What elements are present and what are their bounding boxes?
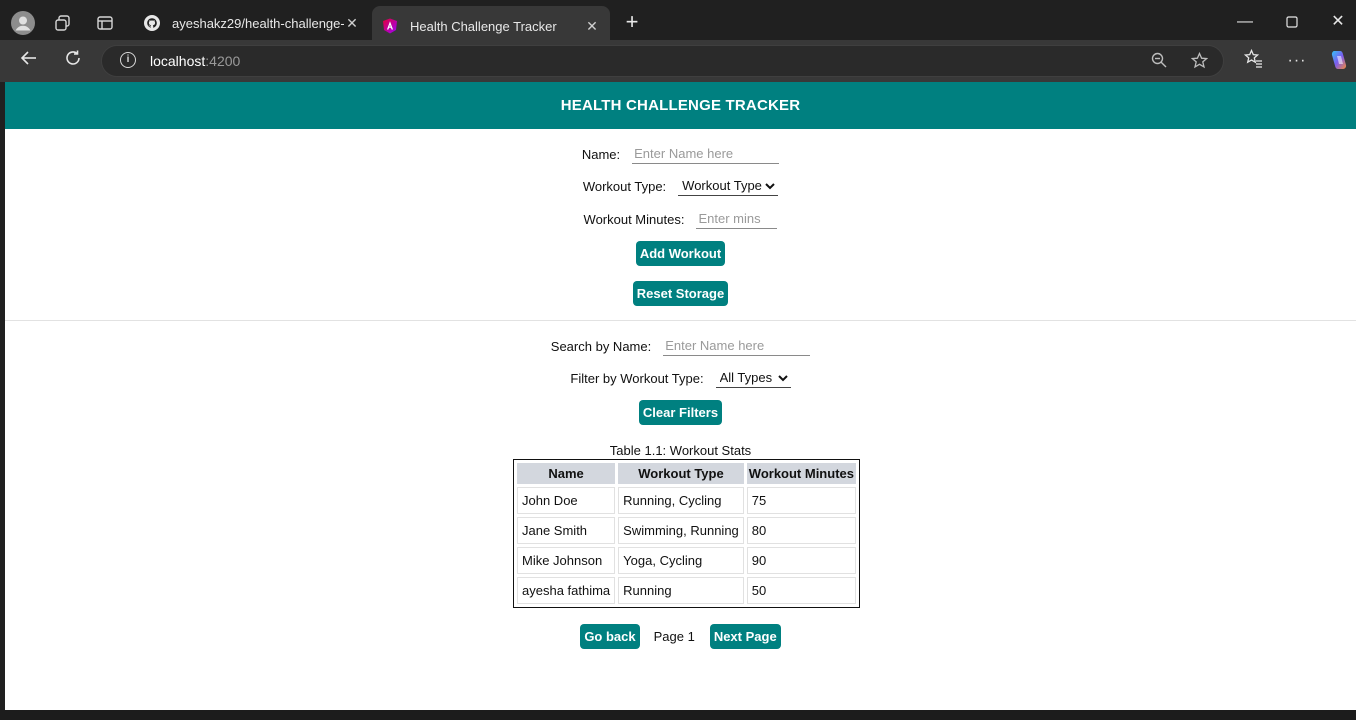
cell-workout-type: Running	[618, 577, 744, 604]
page-indicator: Page 1	[653, 629, 695, 644]
browser-toolbar: i localhost:4200 ···	[0, 40, 1356, 82]
filter-label: Filter by Workout Type:	[570, 371, 704, 386]
cell-name: Jane Smith	[517, 517, 616, 544]
clear-filters-button[interactable]: Clear Filters	[638, 400, 723, 425]
tab-title: Health Challenge Tracker	[410, 18, 557, 34]
tab-github[interactable]: ayeshakz29/health-challenge-trac ✕	[134, 6, 370, 40]
table-caption: Table 1.1: Workout Stats	[609, 443, 752, 458]
workout-type-filter-select[interactable]: All Types	[715, 369, 791, 388]
taskbar	[0, 710, 1356, 720]
table-row: Mike Johnson Yoga, Cycling 90	[517, 547, 856, 574]
search-row: Search by Name:	[5, 336, 1356, 356]
cell-name: John Doe	[517, 487, 616, 514]
maximize-icon[interactable]	[1280, 10, 1304, 34]
page-title: HEALTH CHALLENGE TRACKER	[5, 82, 1356, 129]
workout-stats-table: Name Workout Type Workout Minutes John D…	[513, 459, 860, 608]
section-divider	[5, 320, 1356, 321]
workout-type-label: Workout Type:	[582, 179, 667, 194]
reset-storage-button[interactable]: Reset Storage	[632, 281, 729, 306]
favorite-star-icon[interactable]	[1190, 51, 1208, 70]
table-row: ayesha fathima Running 50	[517, 577, 856, 604]
clear-filters-row: Clear Filters	[5, 400, 1356, 425]
search-input[interactable]	[663, 336, 811, 356]
profile-avatar-icon[interactable]	[11, 11, 35, 35]
cell-name: ayesha fathima	[517, 577, 616, 604]
table-row: John Doe Running, Cycling 75	[517, 487, 856, 514]
cell-workout-type: Swimming, Running	[618, 517, 744, 544]
search-label: Search by Name:	[550, 338, 652, 354]
cell-workout-minutes: 80	[746, 517, 856, 544]
refresh-icon[interactable]	[61, 49, 85, 73]
pagination: Go back Page 1 Next Page	[5, 624, 1356, 649]
cell-workout-minutes: 75	[746, 487, 856, 514]
copilot-icon[interactable]	[1326, 49, 1350, 73]
filter-row: Filter by Workout Type: All Types	[5, 369, 1356, 388]
column-header-name: Name	[517, 463, 616, 484]
go-back-button[interactable]: Go back	[580, 624, 640, 649]
name-input[interactable]	[632, 144, 780, 164]
vertical-tabs-icon[interactable]	[93, 11, 117, 35]
cell-workout-type: Yoga, Cycling	[618, 547, 744, 574]
cell-name: Mike Johnson	[517, 547, 616, 574]
back-arrow-icon[interactable]	[17, 49, 41, 73]
page-viewport: HEALTH CHALLENGE TRACKER Name: Workout T…	[5, 82, 1356, 710]
name-label: Name:	[581, 146, 621, 162]
tab-title: ayeshakz29/health-challenge-trac	[172, 15, 344, 31]
reset-storage-row: Reset Storage	[5, 281, 1356, 306]
column-header-workout-type: Workout Type	[618, 463, 744, 484]
close-tab-icon[interactable]: ✕	[584, 18, 600, 35]
cell-workout-type: Running, Cycling	[618, 487, 744, 514]
table-header-row: Name Workout Type Workout Minutes	[517, 463, 856, 484]
new-tab-icon[interactable]: +	[620, 11, 644, 35]
minimize-icon[interactable]: —	[1233, 10, 1257, 34]
workspaces-icon[interactable]	[51, 11, 75, 35]
workout-type-row: Workout Type: Workout Type	[5, 177, 1356, 196]
column-header-workout-minutes: Workout Minutes	[746, 463, 856, 484]
next-page-button[interactable]: Next Page	[709, 624, 781, 649]
add-workout-button[interactable]: Add Workout	[635, 241, 726, 266]
favorites-icon[interactable]	[1241, 48, 1265, 73]
close-window-icon[interactable]: ✕	[1326, 10, 1350, 34]
table-row: Jane Smith Swimming, Running 80	[517, 517, 856, 544]
workout-type-select[interactable]: Workout Type	[678, 177, 779, 196]
minutes-input[interactable]	[696, 209, 778, 229]
url-text: localhost:4200	[150, 53, 241, 69]
minutes-row: Workout Minutes:	[5, 209, 1356, 229]
add-workout-row: Add Workout	[5, 241, 1356, 266]
minutes-label: Workout Minutes:	[583, 211, 685, 227]
name-row: Name:	[5, 144, 1356, 164]
cell-workout-minutes: 90	[746, 547, 856, 574]
more-options-icon[interactable]: ···	[1285, 49, 1309, 73]
close-tab-icon[interactable]: ✕	[344, 15, 360, 32]
address-bar[interactable]: i localhost:4200	[101, 45, 1224, 77]
cell-workout-minutes: 50	[746, 577, 856, 604]
github-icon	[144, 15, 160, 31]
site-info-icon[interactable]: i	[120, 52, 136, 68]
angular-icon	[382, 18, 398, 34]
zoom-out-icon[interactable]	[1150, 52, 1168, 70]
